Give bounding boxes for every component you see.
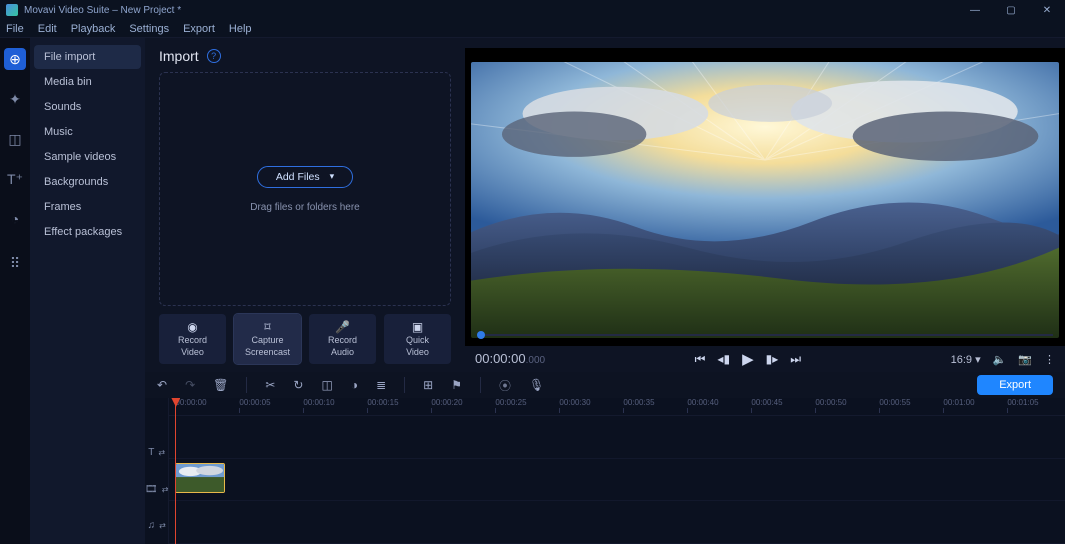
titlebar: Movavi Video Suite – New Project * — ▢ ✕ [0,0,1065,20]
rail-transitions-icon[interactable]: ◫ [4,128,26,150]
timeline-toolbar: ↶ ↷ 🗑 ✂ ↻ ◫ ◑ ≣ ⊞ ⚑ ⦿ 🎙 Export [145,372,1065,398]
cut-button[interactable]: ✂ [265,378,275,392]
rail-titles-icon[interactable]: T⁺ [4,168,26,190]
zoom-timeline-button[interactable]: ⦿ [499,377,511,394]
sidebar-item-music[interactable]: Music [34,120,141,144]
sidebar-item-backgrounds[interactable]: Backgrounds [34,170,141,194]
track-title-toggle[interactable]: T ⇄ [145,435,168,472]
help-icon[interactable]: ? [207,49,221,63]
snapshot-icon[interactable]: 📷 [1018,353,1032,366]
rail-filters-icon[interactable]: ✦ [4,88,26,110]
crop-button[interactable]: ◫ [321,378,332,392]
delete-button[interactable]: 🗑 [213,378,228,392]
rail-more-icon[interactable]: ⠿ [4,252,26,274]
step-forward-button[interactable]: ▮▸ [766,352,779,366]
record-voiceover-button[interactable]: 🎙 [529,378,544,392]
record-audio-button[interactable]: 🎤 Record Audio [309,314,376,364]
menu-export[interactable]: Export [183,23,215,35]
track-audio-toggle[interactable]: ♫ ⇄ [145,508,168,544]
screencast-icon: ⌑ [264,321,270,334]
chevron-down-icon: ▾ [330,171,335,182]
video-clip[interactable] [175,463,225,493]
sidebar-item-frames[interactable]: Frames [34,195,141,219]
add-files-label: Add Files [276,171,320,183]
minimize-button[interactable]: — [957,0,993,20]
transition-wizard-button[interactable]: ⊞ [423,378,433,392]
export-button[interactable]: Export [977,375,1053,395]
capture-screencast-button[interactable]: ⌑ Capture Screencast [234,314,301,364]
add-files-button[interactable]: Add Files ▾ [257,166,353,188]
timeline-ruler[interactable]: 00:00:0000:00:0500:00:1000:00:15 00:00:2… [169,398,1065,416]
video-track[interactable] [169,459,1065,502]
import-sidebar: File import Media bin Sounds Music Sampl… [30,38,145,544]
menu-settings[interactable]: Settings [129,23,169,35]
clip-properties-button[interactable]: ≣ [376,378,386,392]
sidebar-item-sample-videos[interactable]: Sample videos [34,145,141,169]
rotate-button[interactable]: ↻ [293,378,303,392]
step-back-button[interactable]: ◂▮ [717,352,730,366]
maximize-button[interactable]: ▢ [993,0,1029,20]
camera-icon: ◉ [187,321,197,334]
prev-clip-button[interactable]: ⏮ [695,352,706,367]
menubar: File Edit Playback Settings Export Help [0,20,1065,38]
aspect-ratio-select[interactable]: 16:9 ▾ [951,353,981,366]
timecode: 00:00:00.000 [475,351,545,367]
playhead[interactable] [175,398,176,544]
tool-rail: ⊕ ✦ ◫ T⁺ ◔ ⠿ [0,38,30,544]
quick-video-icon: ▣ [412,321,423,334]
panel-heading: Import [159,48,199,64]
preview-scrubber-handle[interactable] [477,331,485,339]
menu-edit[interactable]: Edit [38,23,57,35]
record-video-button[interactable]: ◉ Record Video [159,314,226,364]
sidebar-item-file-import[interactable]: File import [34,45,141,69]
volume-icon[interactable]: 🔈 [993,353,1007,366]
import-panel: Import ? Add Files ▾ Drag files or folde… [145,38,465,372]
window-title: Movavi Video Suite – New Project * [24,5,181,16]
rail-stickers-icon[interactable]: ◔ [4,208,26,230]
sidebar-item-media-bin[interactable]: Media bin [34,70,141,94]
color-adjust-button[interactable]: ◑ [351,378,358,392]
preview-menu-icon[interactable]: ⋮ [1044,353,1055,366]
menu-help[interactable]: Help [229,23,252,35]
app-logo-icon [6,4,18,16]
marker-button[interactable]: ⚑ [451,378,462,392]
sidebar-item-sounds[interactable]: Sounds [34,95,141,119]
title-track[interactable] [169,416,1065,459]
quick-video-button[interactable]: ▣ Quick Video [384,314,451,364]
sidebar-item-effect-packages[interactable]: Effect packages [34,220,141,244]
drag-hint: Drag files or folders here [250,202,360,213]
microphone-icon: 🎤 [335,321,350,334]
close-button[interactable]: ✕ [1029,0,1065,20]
rail-import-icon[interactable]: ⊕ [4,48,26,70]
audio-track[interactable] [169,501,1065,544]
menu-playback[interactable]: Playback [71,23,116,35]
dropzone[interactable]: Add Files ▾ Drag files or folders here [159,72,451,306]
redo-button[interactable]: ↷ [185,378,195,392]
preview-video[interactable] [471,62,1059,338]
menu-file[interactable]: File [6,23,24,35]
undo-button[interactable]: ↶ [157,378,167,392]
track-video-toggle[interactable]: 🎞 ⇄ [145,471,168,508]
timeline: T ⇄ 🎞 ⇄ ♫ ⇄ 00:00:0000:00:0500:00:1000:0… [145,398,1065,544]
preview-panel: 00:00:00.000 ⏮ ◂▮ ▶ ▮▸ ⏭ 16:9 ▾ 🔈 📷 [465,38,1065,372]
play-button[interactable]: ▶ [742,350,754,368]
next-clip-button[interactable]: ⏭ [790,352,801,367]
preview-scrubber[interactable] [477,334,1053,336]
